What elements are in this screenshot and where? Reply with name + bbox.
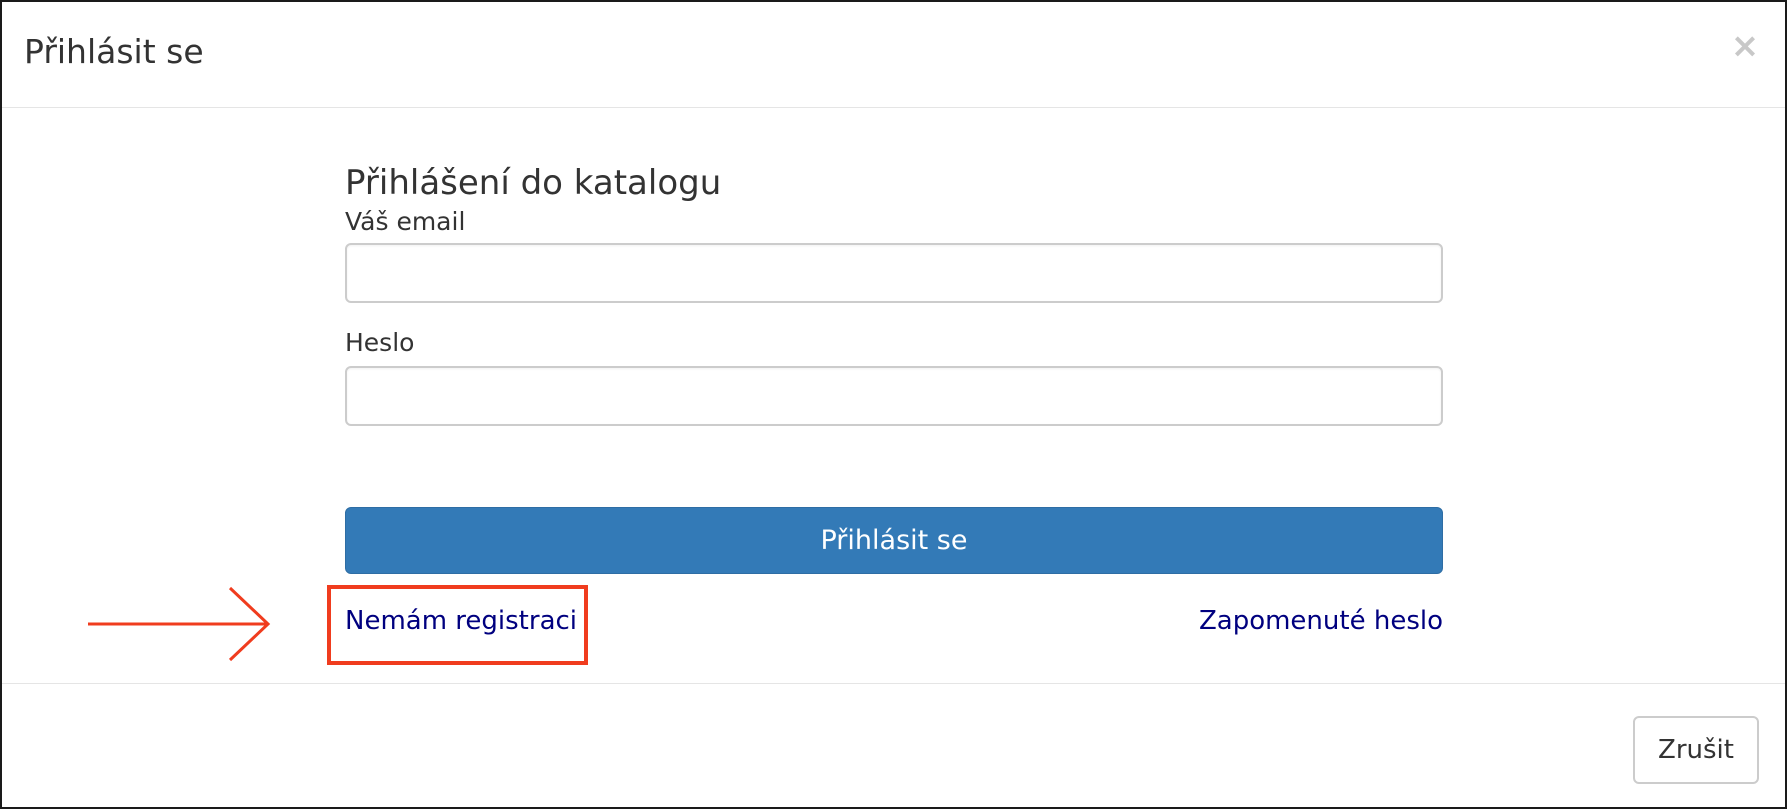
email-label: Váš email [345,207,466,236]
email-field[interactable] [345,243,1443,303]
password-field[interactable] [345,366,1443,426]
dialog-title: Přihlásit se [24,32,204,71]
login-submit-button[interactable]: Přihlásit se [345,507,1443,574]
close-icon[interactable]: × [1727,26,1763,66]
annotation-highlight-box [327,585,588,665]
dialog-header: Přihlásit se × [2,2,1785,108]
forgot-password-link[interactable]: Zapomenuté heslo [1199,606,1443,636]
right-arrow-icon [88,586,271,662]
form-heading: Přihlášení do katalogu [345,163,722,203]
dialog-footer: Zrušit [2,683,1785,807]
password-label: Heslo [345,328,415,357]
cancel-button[interactable]: Zrušit [1633,716,1759,784]
login-dialog: Přihlásit se × Přihlášení do katalogu Vá… [0,0,1787,809]
